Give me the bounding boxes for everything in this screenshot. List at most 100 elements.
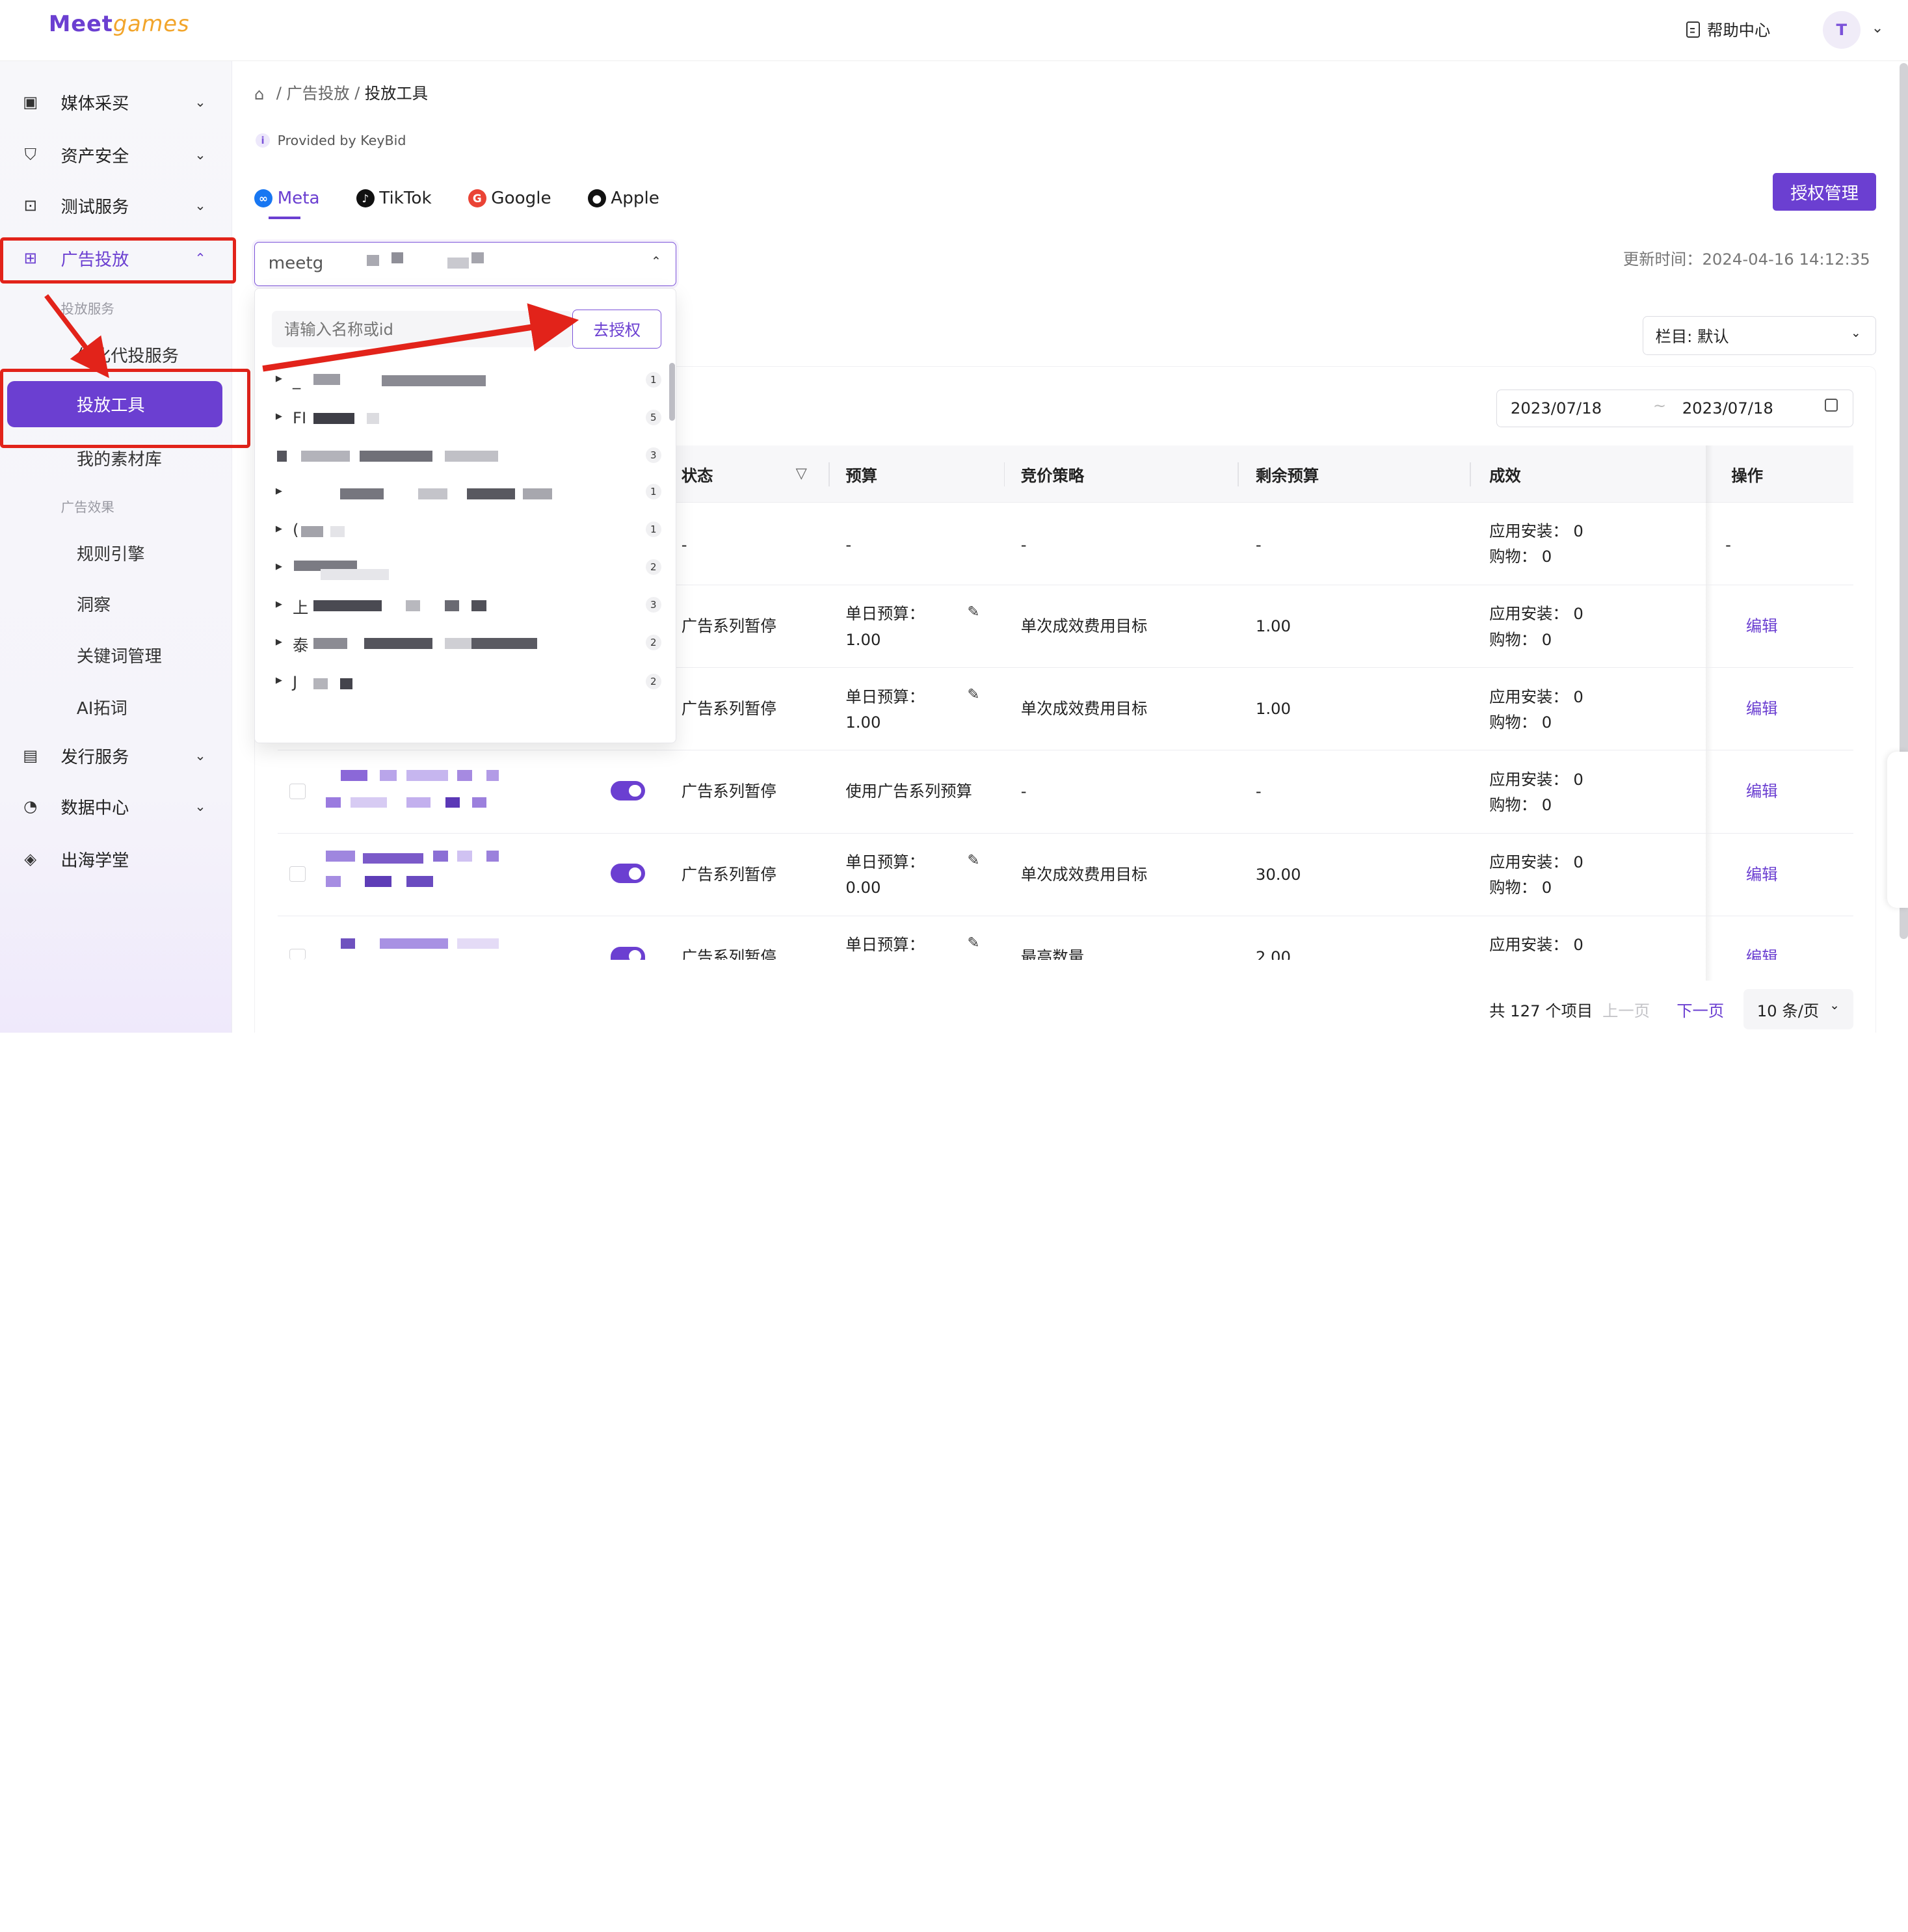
account-dropdown: 去授权 ▶ _ 1 ▶ FI 5 3 ▶ (254, 288, 677, 744)
page-size-select[interactable]: 10 条/页 ⌄ (1743, 989, 1853, 1029)
sidebar-subitem-rule-engine[interactable]: 规则引擎 (77, 540, 145, 565)
breadcrumb: ⌂ / 广告投放 / 投放工具 (254, 81, 428, 104)
caret-right-icon[interactable]: ▶ (276, 412, 282, 421)
chevron-down-icon[interactable]: ⌄ (1872, 20, 1884, 36)
remaining-cell: 1.00 (1255, 699, 1291, 719)
purchase-cell: 购物： 0 (1489, 712, 1552, 732)
status-cell: 广告系列暂停 (681, 782, 776, 801)
account-tree-item[interactable]: ▶ ( 1 (272, 519, 661, 543)
account-select[interactable]: meetg ⌃ (254, 242, 677, 286)
budget-value: 0.00 (845, 878, 881, 897)
caret-right-icon[interactable]: ▶ (276, 637, 282, 647)
floating-toolbar[interactable] (1887, 752, 1908, 908)
table-row[interactable] (277, 750, 1853, 834)
sidebar-subitem-material-library[interactable]: 我的素材库 (77, 445, 162, 470)
info-icon: i (255, 133, 271, 148)
edit-link[interactable]: 编辑 (1746, 944, 1778, 960)
help-center-link[interactable]: 帮助中心 (1686, 18, 1770, 41)
edit-pencil-icon[interactable]: ✎ (967, 686, 979, 703)
edit-pencil-icon[interactable]: ✎ (967, 934, 979, 951)
account-tree-item[interactable]: ▶ 上 3 (272, 594, 661, 618)
caret-right-icon[interactable]: ▶ (276, 676, 282, 685)
chevron-down-icon: ⌄ (194, 94, 206, 111)
edit-link[interactable]: 编辑 (1746, 862, 1778, 887)
row-checkbox[interactable] (289, 949, 306, 960)
account-tree-item[interactable]: 3 (272, 445, 661, 469)
sidebar-item-asset-security[interactable]: ⛉ 资产安全 ⌄ (0, 130, 232, 179)
purchase-cell: 购物： 0 (1489, 795, 1552, 815)
sidebar-subitem-insight[interactable]: 洞察 (77, 591, 111, 616)
caret-right-icon[interactable]: ▶ (276, 524, 282, 534)
meta-icon: ∞ (254, 189, 273, 207)
account-tree-item[interactable]: ▶ 2 (272, 557, 661, 581)
sub-group-label: 广告效果 (60, 499, 114, 516)
sidebar-item-publishing[interactable]: ▤ 发行服务 ⌄ (0, 731, 232, 780)
account-tree-item[interactable]: ▶ J 2 (272, 671, 661, 695)
breadcrumb-parent[interactable]: 广告投放 (286, 81, 349, 104)
tab-apple[interactable]: ● Apple (587, 184, 659, 213)
sidebar-subitem-managed-service[interactable]: 优化代投服务 (77, 342, 179, 367)
purchase-cell: 购物： 0 (1489, 878, 1552, 897)
bid-cell: 单次成效费用目标 (1020, 864, 1148, 884)
column-select[interactable]: 栏目: 默认 ⌄ (1642, 316, 1877, 356)
status-toggle[interactable] (611, 946, 645, 962)
bid-cell: - (1020, 535, 1027, 554)
bid-cell: 单次成效费用目标 (1020, 616, 1148, 635)
help-center-label: 帮助中心 (1707, 21, 1771, 40)
caret-right-icon[interactable]: ▶ (276, 486, 282, 496)
sidebar-item-academy[interactable]: ◈ 出海学堂 (0, 835, 232, 884)
test-icon: ⊡ (23, 196, 37, 215)
update-time: 更新时间：2024-04-16 14:12:35 (1623, 249, 1870, 269)
tab-google[interactable]: G Google (468, 184, 551, 213)
auth-management-button[interactable]: 授权管理 (1773, 172, 1877, 211)
caret-right-icon[interactable]: ▶ (276, 374, 282, 384)
sidebar-item-testing[interactable]: ⊡ 测试服务 ⌄ (0, 181, 232, 230)
status-cell: 广告系列暂停 (681, 616, 776, 635)
dropdown-scrollbar[interactable] (669, 362, 676, 421)
date-start[interactable]: 2023/07/18 (1511, 399, 1602, 417)
filter-icon[interactable]: ▽ (796, 465, 807, 482)
top-header: Meetgames 帮助中心 T ⌄ (0, 0, 1908, 61)
shield-icon: ⛉ (24, 144, 36, 164)
caret-right-icon[interactable]: ▶ (276, 600, 282, 609)
sidebar-item-media[interactable]: ▣ 媒体采买 ⌄ (0, 78, 232, 127)
row-checkbox[interactable] (289, 866, 306, 882)
budget-cell: - (845, 535, 852, 554)
pagination-next[interactable]: 下一页 (1676, 999, 1724, 1022)
calendar-icon (1824, 398, 1838, 412)
sidebar-subitem-ai-keywords[interactable]: AI拓词 (77, 695, 127, 719)
tab-meta[interactable]: ∞ Meta (254, 184, 320, 219)
pagination-prev[interactable]: 上一页 (1602, 999, 1650, 1022)
go-authorize-button[interactable]: 去授权 (572, 310, 661, 349)
account-tree-item[interactable]: ▶ 1 (272, 481, 661, 505)
edit-pencil-icon[interactable]: ✎ (967, 852, 979, 869)
date-range-picker[interactable]: 2023/07/18 ~ 2023/07/18 (1496, 389, 1853, 427)
chevron-down-icon: ⌄ (194, 799, 206, 815)
caret-right-icon[interactable]: ▶ (276, 562, 282, 572)
status-toggle[interactable] (611, 781, 645, 801)
row-checkbox[interactable] (289, 783, 306, 800)
logo[interactable]: Meetgames (49, 11, 190, 36)
account-tree-item[interactable]: ▶ _ 1 (272, 369, 661, 393)
status-toggle[interactable] (611, 864, 645, 884)
budget-value: 1.00 (845, 712, 881, 732)
sidebar-item-data-center[interactable]: ◔ 数据中心 ⌄ (0, 782, 232, 831)
edit-pencil-icon[interactable]: ✎ (967, 603, 979, 620)
date-end[interactable]: 2023/07/18 (1682, 399, 1773, 417)
account-select-value: meetg (268, 254, 324, 274)
avatar[interactable]: T (1822, 10, 1861, 49)
edit-link[interactable]: 编辑 (1746, 778, 1778, 804)
remaining-cell: 30.00 (1255, 864, 1301, 884)
app-root: Meetgames 帮助中心 T ⌄ ▣ 媒体采买 ⌄ ⛉ 资产安全 ⌄ ⊡ 测… (0, 0, 1908, 1033)
tab-tiktok[interactable]: ♪ TikTok (356, 184, 432, 213)
sidebar-subitem-keyword-management[interactable]: 关键词管理 (77, 642, 162, 667)
breadcrumb-current: 投放工具 (364, 84, 428, 103)
media-icon: ▣ (23, 92, 38, 112)
account-search-input[interactable] (272, 311, 573, 348)
install-cell: 应用安装： 0 (1489, 769, 1583, 789)
edit-link[interactable]: 编辑 (1746, 613, 1778, 639)
account-tree-item[interactable]: ▶ 泰 2 (272, 632, 661, 656)
edit-link[interactable]: 编辑 (1746, 696, 1778, 721)
home-icon[interactable]: ⌂ (254, 85, 271, 103)
account-tree-item[interactable]: ▶ FI 5 (272, 407, 661, 431)
